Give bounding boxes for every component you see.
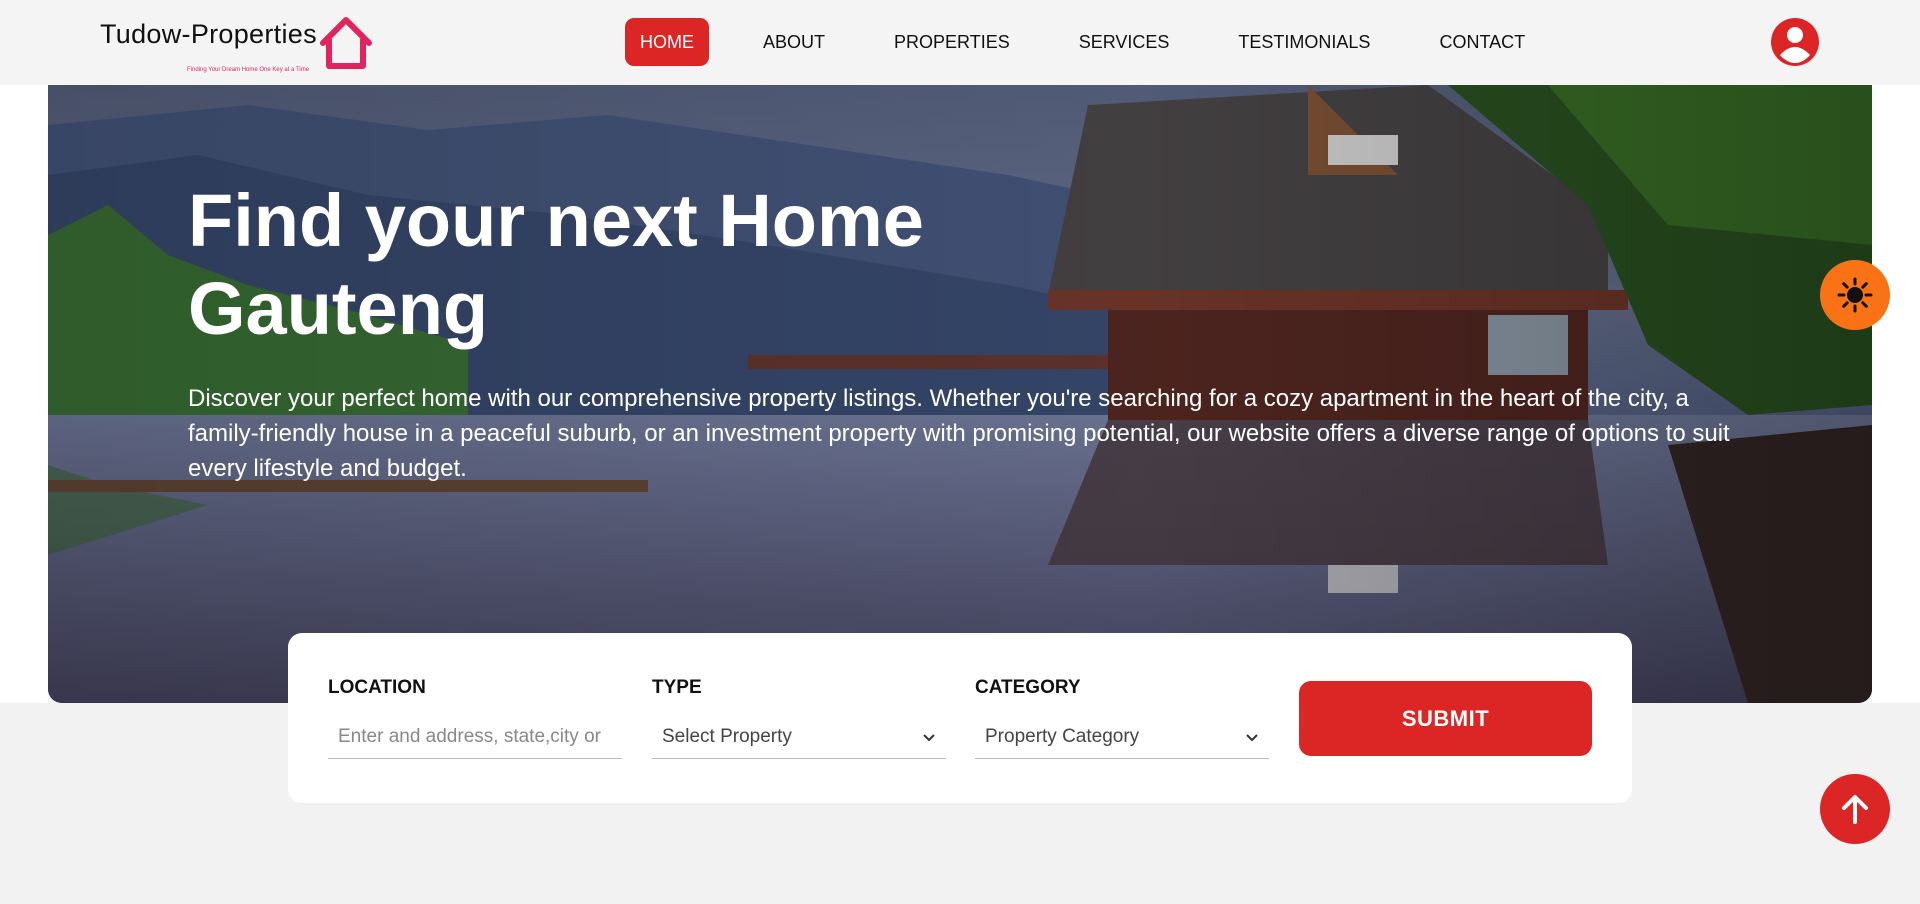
hero-section: Find your next Home Gauteng Discover you… bbox=[48, 85, 1872, 703]
logo[interactable]: Tudow-Properties Finding Your Dream Home… bbox=[100, 15, 380, 75]
property-search-form: LOCATION TYPE Select Property CATEGORY P… bbox=[288, 633, 1632, 803]
category-select-value: Property Category bbox=[985, 725, 1140, 747]
chevron-down-icon bbox=[923, 733, 935, 741]
theme-toggle-button[interactable] bbox=[1820, 260, 1890, 330]
nav-home[interactable]: HOME bbox=[625, 18, 709, 66]
logo-tagline: Finding Your Dream Home One Key at a Tim… bbox=[187, 67, 310, 73]
scroll-top-button[interactable] bbox=[1820, 774, 1890, 844]
location-label: LOCATION bbox=[328, 677, 426, 698]
arrow-up-icon bbox=[1842, 795, 1868, 824]
hero-title: Find your next Home Gauteng bbox=[188, 177, 1088, 353]
user-circle-icon[interactable] bbox=[1770, 17, 1820, 67]
hero-title-line2: Gauteng bbox=[188, 267, 489, 350]
location-control bbox=[328, 715, 622, 759]
submit-button[interactable]: SUBMIT bbox=[1299, 681, 1592, 756]
category-label: CATEGORY bbox=[975, 677, 1081, 698]
location-field: LOCATION bbox=[328, 677, 622, 759]
nav-about[interactable]: ABOUT bbox=[748, 18, 840, 66]
type-select[interactable]: Select Property bbox=[652, 715, 946, 759]
nav-contact[interactable]: CONTACT bbox=[1424, 18, 1540, 66]
location-input[interactable] bbox=[338, 725, 612, 748]
site-header: Tudow-Properties Finding Your Dream Home… bbox=[0, 0, 1920, 85]
type-label: TYPE bbox=[652, 677, 702, 698]
nav-services[interactable]: SERVICES bbox=[1064, 18, 1185, 66]
type-select-value: Select Property bbox=[662, 725, 792, 747]
hero-margin-left bbox=[0, 85, 48, 703]
sun-icon bbox=[1837, 277, 1873, 313]
hero-title-line1: Find your next Home bbox=[188, 179, 924, 262]
category-select[interactable]: Property Category bbox=[975, 715, 1269, 759]
house-icon bbox=[320, 17, 372, 69]
logo-name: Tudow-Properties bbox=[100, 19, 317, 49]
chevron-down-icon bbox=[1246, 733, 1258, 741]
nav-testimonials[interactable]: TESTIMONIALS bbox=[1223, 18, 1385, 66]
main-nav: HOME ABOUT PROPERTIES SERVICES TESTIMONI… bbox=[625, 18, 1540, 66]
category-field: CATEGORY Property Category bbox=[975, 677, 1269, 759]
type-field: TYPE Select Property bbox=[652, 677, 946, 759]
nav-properties[interactable]: PROPERTIES bbox=[879, 18, 1025, 66]
hero-description: Discover your perfect home with our comp… bbox=[188, 385, 1730, 482]
hero-margin-right bbox=[1872, 85, 1920, 703]
